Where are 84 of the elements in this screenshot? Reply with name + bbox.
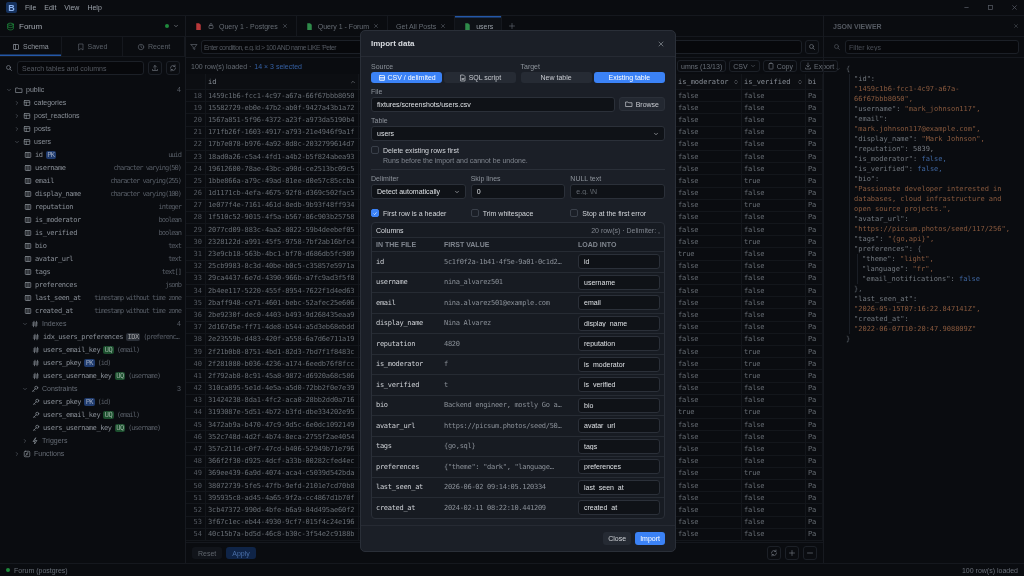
clipboard-icon <box>766 62 775 70</box>
remove-row-button[interactable] <box>803 546 817 560</box>
checkbox[interactable] <box>570 209 579 217</box>
dialog-title: Import data <box>371 39 415 48</box>
chevron-down-icon <box>453 188 460 195</box>
minus-icon <box>806 549 814 557</box>
key-icon <box>32 410 40 419</box>
table-icon <box>23 124 31 133</box>
column-icon <box>24 215 32 224</box>
hash-icon <box>32 332 40 341</box>
column-icon <box>24 241 32 250</box>
close-icon[interactable] <box>281 23 288 29</box>
caret-icon[interactable] <box>14 138 20 145</box>
file-icon <box>194 21 203 31</box>
file-icon <box>304 21 314 31</box>
caret-icon[interactable] <box>14 125 20 132</box>
filter-icon[interactable] <box>190 43 198 51</box>
refresh-button[interactable] <box>166 61 180 75</box>
column-icon <box>24 254 32 263</box>
hash-icon <box>32 358 40 367</box>
checkbox[interactable] <box>371 209 379 217</box>
search-button[interactable] <box>805 40 819 54</box>
key-icon <box>32 423 40 432</box>
upload-icon <box>151 64 159 72</box>
refresh-icon <box>169 64 177 72</box>
chevron-down-icon[interactable] <box>173 23 179 29</box>
caret-icon[interactable] <box>14 450 20 457</box>
upload-button[interactable] <box>148 61 162 75</box>
close-icon[interactable] <box>440 23 447 29</box>
bolt-icon <box>31 436 39 445</box>
caret-icon[interactable] <box>835 66 841 72</box>
table-icon <box>23 98 31 107</box>
table-icon <box>23 111 31 120</box>
column-icon <box>24 306 32 315</box>
close-icon[interactable] <box>1013 23 1019 29</box>
table-icon <box>23 137 31 146</box>
checkbox[interactable] <box>371 146 379 154</box>
plus-icon[interactable] <box>508 22 517 30</box>
panel-icon <box>12 42 20 51</box>
caret-icon[interactable] <box>22 437 28 444</box>
folder-icon <box>15 85 23 94</box>
app-logo: B <box>6 2 17 13</box>
plus-icon <box>788 549 796 557</box>
hash-icon <box>32 371 40 380</box>
column-icon <box>24 202 32 211</box>
column-icon <box>24 228 32 237</box>
checkbox[interactable] <box>470 209 479 217</box>
caret-icon[interactable] <box>14 112 20 119</box>
column-icon <box>24 163 32 172</box>
hash-icon <box>31 319 39 328</box>
refresh-icon <box>770 549 778 557</box>
close-icon[interactable] <box>1011 4 1018 11</box>
search-icon <box>833 43 841 51</box>
database-icon <box>6 21 15 31</box>
connection-name[interactable]: Forum <box>19 21 43 31</box>
hash-icon <box>32 345 40 354</box>
column-icon <box>24 189 32 198</box>
caret-icon[interactable] <box>6 86 12 93</box>
refresh-button[interactable] <box>767 546 781 560</box>
key-icon <box>32 397 40 406</box>
column-icon <box>24 267 32 276</box>
file-icon <box>458 73 467 82</box>
caret-icon[interactable] <box>22 385 28 392</box>
folder-icon <box>624 100 633 108</box>
maximize-icon[interactable] <box>987 4 994 11</box>
column-icon <box>24 176 32 185</box>
function-icon <box>23 449 31 458</box>
bookmark-icon <box>76 42 85 51</box>
column-icon <box>24 150 32 159</box>
clock-icon <box>137 42 146 51</box>
key-icon <box>31 384 39 393</box>
caret-icon[interactable] <box>14 99 20 106</box>
caret-icon[interactable] <box>22 320 28 327</box>
chevron-down-icon <box>653 130 659 137</box>
minimize-icon[interactable] <box>963 4 970 11</box>
add-row-button[interactable] <box>785 546 799 560</box>
search-icon <box>5 64 13 72</box>
table-icon <box>377 73 386 82</box>
close-icon[interactable] <box>373 23 380 29</box>
column-icon <box>24 293 32 302</box>
search-icon <box>808 43 816 51</box>
close-icon[interactable] <box>657 39 665 48</box>
download-icon <box>804 62 812 70</box>
column-icon <box>24 280 32 289</box>
